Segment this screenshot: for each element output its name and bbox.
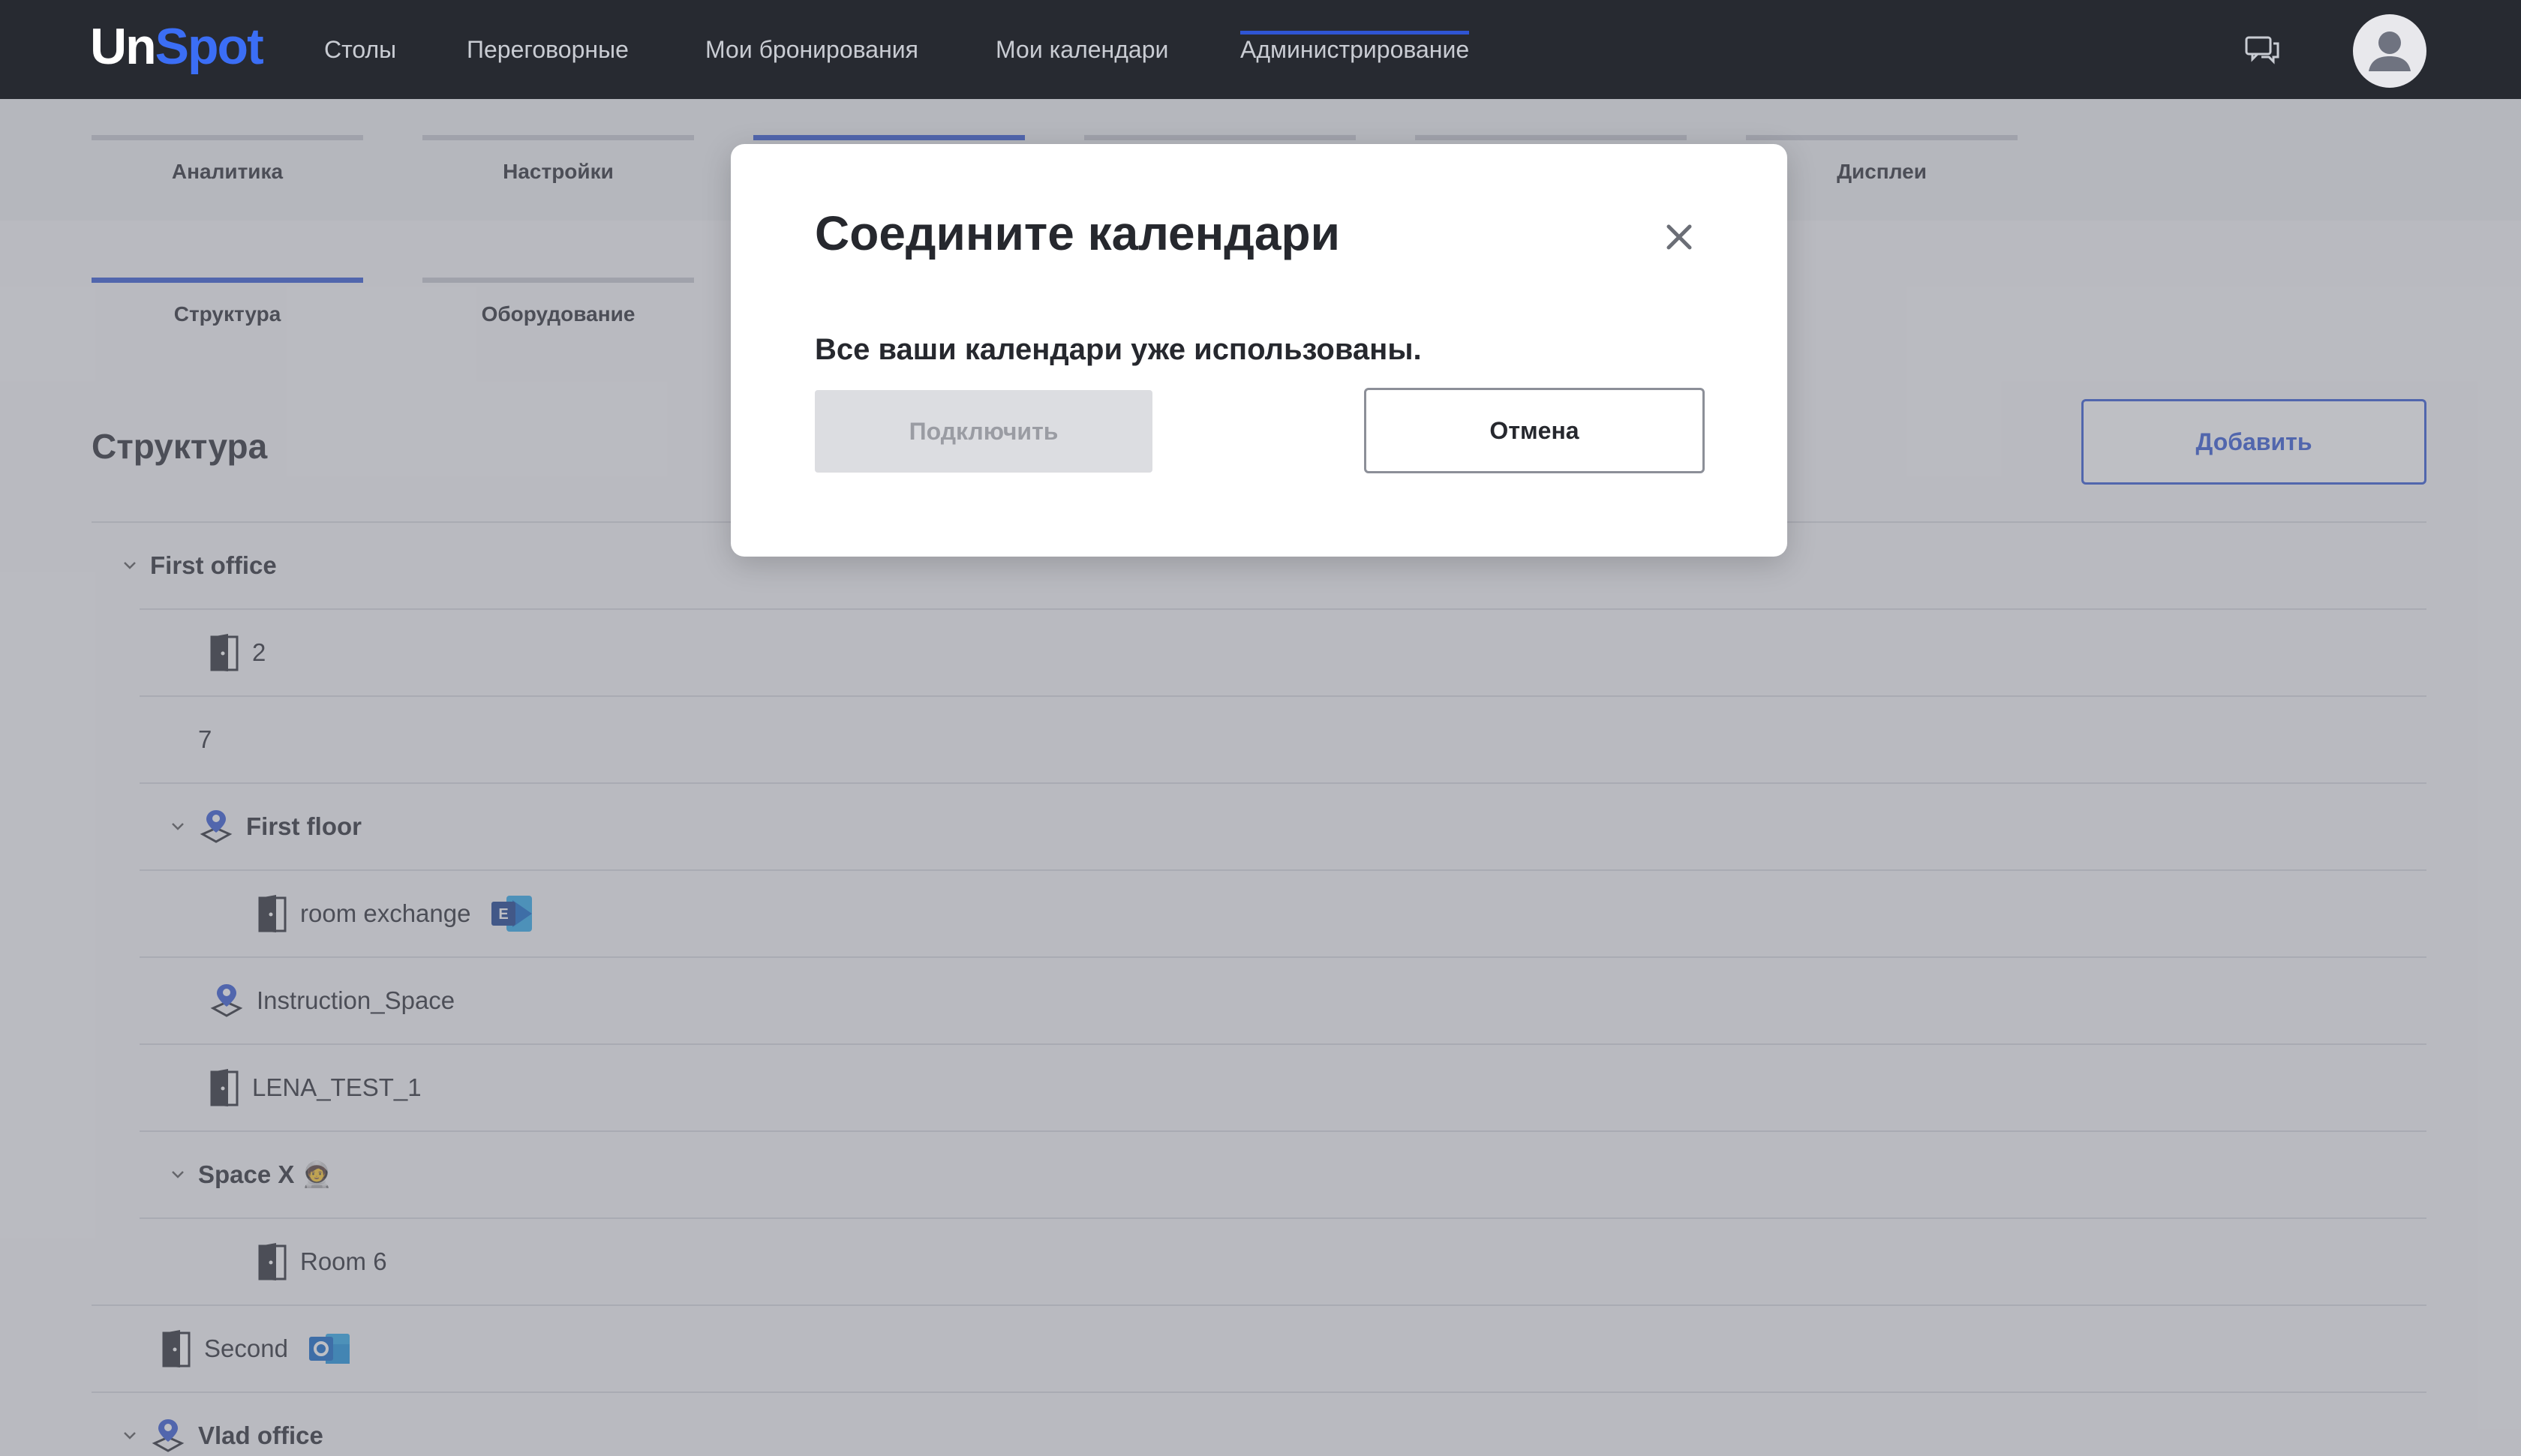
top-navigation: UnSpot Столы Переговорные Мои бронирован…: [0, 0, 2521, 99]
nav-my-calendars[interactable]: Мои календари: [996, 33, 1168, 66]
nav-administration[interactable]: Администрирование: [1240, 31, 1470, 66]
user-avatar[interactable]: [2353, 14, 2426, 88]
dialog-message: Все ваши календари уже использованы.: [815, 333, 1422, 366]
nav-meeting-rooms[interactable]: Переговорные: [467, 33, 629, 66]
cancel-button[interactable]: Отмена: [1364, 388, 1705, 473]
connect-calendars-dialog: Соедините календари Все ваши календари у…: [731, 144, 1787, 557]
chat-icon[interactable]: [2243, 35, 2281, 66]
close-icon[interactable]: [1661, 219, 1697, 255]
dialog-title: Соедините календари: [815, 206, 1340, 260]
nav-desks[interactable]: Столы: [324, 33, 396, 66]
nav-my-bookings[interactable]: Мои бронирования: [705, 33, 918, 66]
connect-button[interactable]: Подключить: [815, 390, 1152, 473]
unspot-logo[interactable]: UnSpot: [90, 17, 264, 77]
